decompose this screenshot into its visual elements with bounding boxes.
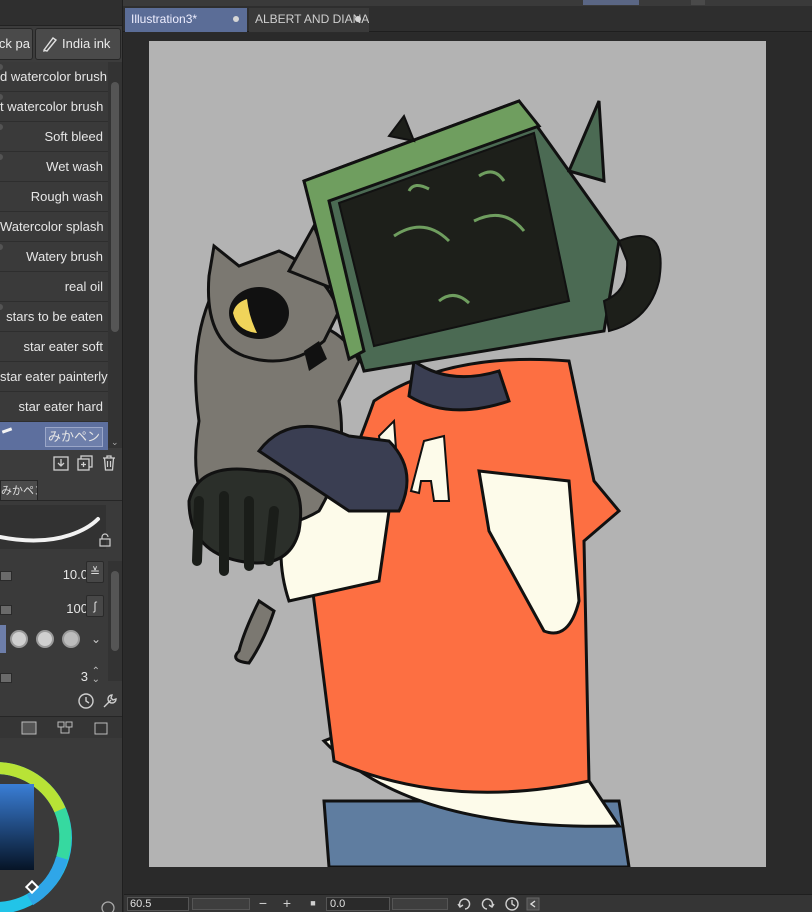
brush-list: d watercolor brush t watercolor brush So… bbox=[0, 62, 108, 452]
brush-size-slider[interactable] bbox=[0, 571, 12, 581]
brush-item-label: Watery brush bbox=[26, 249, 103, 264]
tab-label: ALBERT AND DIANA bbox=[255, 12, 369, 26]
brush-item-label: t watercolor brush bbox=[0, 99, 104, 114]
rotation-slider[interactable] bbox=[392, 898, 448, 910]
chevron-down-icon[interactable]: ⌄ bbox=[111, 438, 119, 447]
rotate-left-icon[interactable] bbox=[456, 896, 472, 912]
brush-item-label: star eater soft bbox=[23, 339, 103, 354]
chevron-down-icon[interactable]: ⌄ bbox=[88, 628, 104, 650]
brush-item[interactable]: t watercolor brush bbox=[0, 92, 108, 122]
canvas-workspace[interactable] bbox=[124, 33, 812, 894]
brush-item[interactable]: Watery brush bbox=[0, 242, 108, 272]
close-tab-icon[interactable] bbox=[233, 16, 239, 22]
color-slider-tab-icon[interactable] bbox=[56, 720, 74, 736]
color-wheel-tab-icon[interactable] bbox=[20, 720, 38, 736]
brush-item[interactable]: Soft bleed bbox=[0, 122, 108, 152]
brush-item[interactable]: star eater painterly bbox=[0, 362, 108, 392]
opacity-slider[interactable] bbox=[0, 605, 12, 615]
brush-item-label: Wet wash bbox=[46, 159, 103, 174]
toolbar-button[interactable] bbox=[583, 0, 639, 5]
stabilization-row[interactable]: 3 ⌃ ⌄ bbox=[0, 663, 106, 689]
chevron-left-icon[interactable] bbox=[526, 896, 542, 912]
brush-item-label: d watercolor brush bbox=[0, 69, 107, 84]
canvas[interactable] bbox=[149, 41, 766, 867]
color-wheel[interactable] bbox=[0, 738, 123, 912]
brush-item[interactable]: Rough wash bbox=[0, 182, 108, 212]
stabilization-slider[interactable] bbox=[0, 673, 12, 683]
left-panel: ck pa India ink d watercolor brush t wat… bbox=[0, 0, 123, 912]
antialias-strong-option[interactable] bbox=[62, 630, 80, 648]
brush-item-label: みかペン bbox=[44, 427, 103, 447]
brush-list-scrollbar[interactable]: ⌄ bbox=[108, 62, 122, 448]
anti-aliasing-selector[interactable]: ⌄ bbox=[0, 625, 106, 653]
zoom-out-button[interactable]: − bbox=[254, 895, 272, 912]
brush-item-label: Rough wash bbox=[30, 189, 103, 204]
brush-size-value: 10.0 bbox=[62, 567, 88, 582]
pen-icon bbox=[42, 37, 58, 52]
reset-rotation-icon[interactable] bbox=[504, 896, 520, 912]
property-footer bbox=[0, 687, 122, 715]
subtool-group-tabs: ck pa India ink bbox=[0, 28, 122, 60]
subtool-tab-india-ink[interactable]: India ink bbox=[35, 28, 121, 60]
brush-item-label: real oil bbox=[64, 279, 103, 294]
clip-studio-window: ck pa India ink d watercolor brush t wat… bbox=[0, 0, 812, 912]
zoom-slider[interactable] bbox=[192, 898, 250, 910]
ink-pressure-button[interactable]: ʃ bbox=[86, 595, 104, 617]
wrench-icon[interactable] bbox=[100, 691, 120, 711]
brush-stroke-preview bbox=[0, 505, 106, 549]
trash-icon[interactable] bbox=[100, 454, 118, 472]
pressure-toggle-button[interactable]: ≚ bbox=[86, 561, 104, 583]
brush-item-label: stars to be eaten bbox=[6, 309, 103, 324]
subtool-tab-label: India ink bbox=[62, 36, 111, 51]
subtool-tab-black-paint[interactable]: ck pa bbox=[0, 28, 33, 60]
zoom-in-button[interactable]: + bbox=[278, 895, 296, 912]
color-set-tab-icon[interactable] bbox=[92, 720, 110, 736]
antialias-weak-option[interactable] bbox=[36, 630, 54, 648]
stabilization-value: 3 bbox=[80, 669, 88, 684]
zoom-input[interactable]: 60.5 bbox=[127, 897, 189, 911]
clock-reset-icon[interactable] bbox=[76, 691, 96, 711]
save-subtool-icon[interactable] bbox=[52, 454, 70, 472]
illustration-artwork bbox=[187, 99, 662, 867]
brush-item-label: Watercolor splash bbox=[0, 219, 104, 234]
toolbar-button[interactable] bbox=[691, 0, 705, 5]
tab-label: Illustration3* bbox=[131, 12, 198, 26]
brush-item[interactable]: d watercolor brush bbox=[0, 62, 108, 92]
brush-item[interactable]: stars to be eaten bbox=[0, 302, 108, 332]
rotate-right-icon[interactable] bbox=[480, 896, 496, 912]
close-tab-icon[interactable] bbox=[355, 16, 361, 22]
status-bar: 60.5 − + ■ 0.0 bbox=[124, 894, 812, 912]
property-scrollbar[interactable] bbox=[108, 561, 122, 681]
brush-item[interactable]: real oil bbox=[0, 272, 108, 302]
opacity-value: 100 bbox=[66, 601, 88, 616]
brush-item-label: Soft bleed bbox=[44, 129, 103, 144]
scrollbar-thumb[interactable] bbox=[111, 571, 119, 651]
brush-item[interactable]: Wet wash bbox=[0, 152, 108, 182]
duplicate-subtool-icon[interactable] bbox=[76, 454, 94, 472]
brush-item[interactable]: star eater hard bbox=[0, 392, 108, 422]
fit-screen-button[interactable]: ■ bbox=[304, 895, 322, 912]
brush-stroke-icon bbox=[1, 427, 13, 434]
scrollbar-thumb[interactable] bbox=[111, 82, 119, 332]
brush-item-label: star eater painterly bbox=[0, 369, 108, 384]
tab-albert-and-diana[interactable]: ALBERT AND DIANA bbox=[249, 8, 369, 32]
lock-icon[interactable] bbox=[98, 533, 112, 547]
tab-illustration3[interactable]: Illustration3* bbox=[125, 8, 247, 32]
antialias-none-option[interactable] bbox=[10, 630, 28, 648]
spinner-icon[interactable]: ⌃⌄ bbox=[92, 667, 100, 685]
tool-property-panel: 10.0 ⌃⌄ ≚ 100 ⌃⌄ ʃ ⌄ 3 ⌃⌄ bbox=[0, 500, 122, 716]
tool-property-tab[interactable]: みかペン bbox=[0, 480, 38, 500]
palette-tabs bbox=[0, 716, 122, 738]
subtool-actions bbox=[0, 450, 122, 476]
panel-top-strip bbox=[0, 0, 122, 26]
color-wheel-panel bbox=[0, 738, 123, 912]
brush-item[interactable]: Watercolor splash bbox=[0, 212, 108, 242]
brush-item-label: star eater hard bbox=[18, 399, 103, 414]
brush-item[interactable]: star eater soft bbox=[0, 332, 108, 362]
rotation-input[interactable]: 0.0 bbox=[326, 897, 390, 911]
document-tab-bar: Illustration3* ALBERT AND DIANA bbox=[123, 6, 812, 32]
selected-indicator bbox=[0, 625, 6, 653]
brush-item-selected[interactable]: みかペン bbox=[0, 422, 108, 452]
